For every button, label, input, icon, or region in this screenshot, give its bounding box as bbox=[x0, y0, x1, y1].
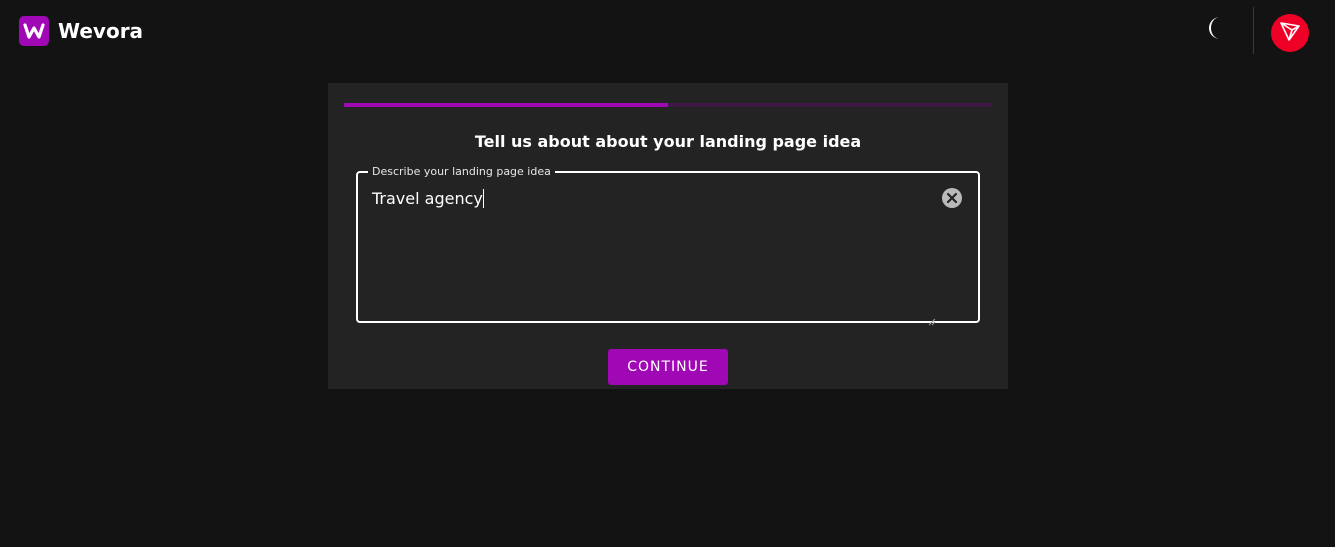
resize-handle[interactable] bbox=[928, 311, 936, 326]
progress-fill bbox=[344, 103, 668, 107]
header-divider bbox=[1253, 7, 1254, 54]
top-header: Wevora bbox=[0, 0, 1335, 62]
clear-button[interactable] bbox=[941, 187, 963, 213]
field-label: Describe your landing page idea bbox=[368, 165, 555, 179]
w-logo-icon[interactable] bbox=[19, 16, 49, 46]
idea-textarea[interactable]: Describe your landing page idea Travel a… bbox=[356, 165, 980, 326]
field-value-text: Travel agency bbox=[372, 189, 483, 208]
field-value[interactable]: Travel agency bbox=[372, 187, 484, 211]
avatar[interactable] bbox=[1271, 14, 1309, 52]
continue-button[interactable]: CONTINUE bbox=[608, 349, 728, 385]
idea-card: Tell us about about your landing page id… bbox=[328, 83, 1008, 389]
tron-icon bbox=[1278, 19, 1302, 47]
progress-bar bbox=[344, 103, 992, 107]
clear-circle-icon bbox=[941, 187, 963, 213]
page-title: Tell us about about your landing page id… bbox=[474, 132, 862, 151]
theme-toggle-button[interactable] bbox=[1200, 14, 1232, 46]
text-caret bbox=[482, 189, 484, 208]
moon-icon bbox=[1205, 15, 1227, 45]
brand-name[interactable]: Wevora bbox=[58, 18, 143, 44]
